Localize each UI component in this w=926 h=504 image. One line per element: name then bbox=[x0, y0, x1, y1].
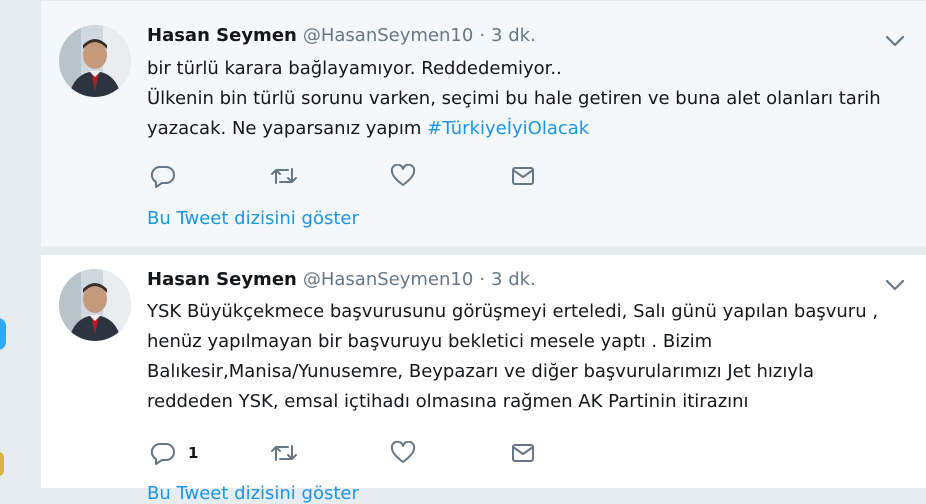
retweet-icon bbox=[270, 441, 298, 465]
chevron-down-icon[interactable] bbox=[883, 275, 907, 295]
reply-count: 1 bbox=[188, 444, 199, 462]
retweet-button[interactable] bbox=[270, 163, 390, 189]
message-icon bbox=[510, 164, 536, 188]
tweet-text-line: reddeden YSK, emsal içtihadı olmasına ra… bbox=[147, 391, 749, 412]
chevron-down-icon[interactable] bbox=[883, 31, 907, 51]
tweet-text: bir türlü karara bağlayamıyor. Reddedemi… bbox=[147, 54, 917, 144]
left-sidebar-edge bbox=[0, 0, 40, 489]
tweet[interactable]: Hasan Seymen @HasanSeymen10 · 3 dk. bir … bbox=[41, 0, 926, 247]
retweet-button[interactable] bbox=[270, 440, 390, 466]
reply-icon bbox=[150, 441, 176, 465]
separator: · bbox=[479, 25, 486, 46]
avatar[interactable] bbox=[59, 25, 131, 97]
reply-button[interactable]: 1 bbox=[150, 440, 270, 466]
tweet-text-line: Balıkesir,Manisa/Yunusemre, Beypazarı ve… bbox=[147, 361, 815, 382]
tweet-actions: 1 bbox=[150, 440, 630, 466]
tweet[interactable]: Hasan Seymen @HasanSeymen10 · 3 dk. YSK … bbox=[41, 246, 926, 504]
tweet-text-line: bir türlü karara bağlayamıyor. Reddedemi… bbox=[147, 58, 562, 79]
retweet-icon bbox=[270, 164, 298, 188]
tweet-text-line: Ülkenin bin türlü sorunu varken, seçimi … bbox=[147, 88, 881, 109]
timestamp[interactable]: 3 dk. bbox=[491, 25, 536, 46]
tweet-text-segment: yazacak. Ne yaparsanız yapım bbox=[147, 118, 422, 139]
like-button[interactable] bbox=[390, 163, 510, 189]
author-handle[interactable]: @HasanSeymen10 bbox=[303, 25, 473, 46]
tweet-text-line: henüz yapılmayan bir başvuruyu bekletici… bbox=[147, 331, 713, 352]
reply-button[interactable] bbox=[150, 163, 270, 189]
separator: · bbox=[479, 269, 486, 290]
tweet-header: Hasan Seymen @HasanSeymen10 · 3 dk. bbox=[147, 25, 536, 53]
message-button[interactable] bbox=[510, 440, 630, 466]
like-icon bbox=[390, 441, 416, 465]
message-icon bbox=[510, 441, 536, 465]
message-button[interactable] bbox=[510, 163, 630, 189]
author-name[interactable]: Hasan Seymen bbox=[147, 25, 297, 46]
reply-icon bbox=[150, 164, 176, 188]
tweet-text: YSK Büyükçekmece başvurusunu görüşmeyi e… bbox=[147, 297, 917, 417]
show-thread-link[interactable]: Bu Tweet dizisini göster bbox=[147, 208, 359, 229]
tweet-text-line: yazacak. Ne yaparsanız yapım #Türkiyeİyi… bbox=[147, 114, 917, 144]
author-handle[interactable]: @HasanSeymen10 bbox=[303, 269, 473, 290]
tweet-header: Hasan Seymen @HasanSeymen10 · 3 dk. bbox=[147, 269, 536, 297]
like-icon bbox=[390, 164, 416, 188]
sidebar-yellow-element bbox=[0, 452, 4, 476]
show-thread-link[interactable]: Bu Tweet dizisini göster bbox=[147, 483, 359, 504]
avatar[interactable] bbox=[59, 269, 131, 341]
timeline: Hasan Seymen @HasanSeymen10 · 3 dk. bir … bbox=[40, 0, 926, 504]
tweet-actions bbox=[150, 163, 630, 189]
like-button[interactable] bbox=[390, 440, 510, 466]
sidebar-blue-element bbox=[0, 318, 6, 350]
author-name[interactable]: Hasan Seymen bbox=[147, 269, 297, 290]
hashtag-link[interactable]: #TürkiyeİyiOlacak bbox=[427, 118, 589, 139]
tweet-text-line: YSK Büyükçekmece başvurusunu görüşmeyi e… bbox=[147, 301, 879, 322]
timestamp[interactable]: 3 dk. bbox=[491, 269, 536, 290]
